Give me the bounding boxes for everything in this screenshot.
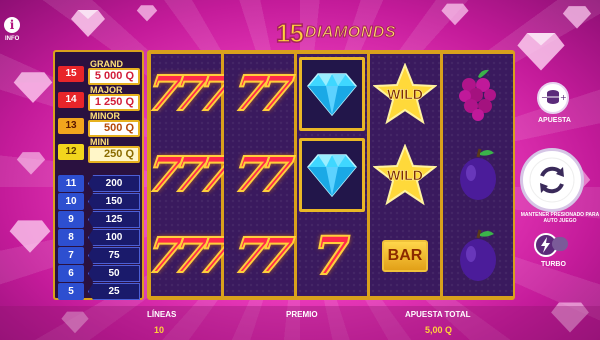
background-diamond-icon — [71, 10, 105, 37]
info-icon: i — [9, 18, 15, 32]
reel-1: 777 777 777 — [143, 54, 229, 296]
paytable-lines: 5 — [58, 283, 84, 300]
jackpot-value: 5 000 Q — [88, 68, 140, 85]
payout-value: 125 — [88, 211, 140, 228]
diamond-icon — [307, 154, 357, 198]
paytable-lines: 11 — [58, 175, 84, 192]
triple-seven-icon: 777 — [143, 227, 229, 285]
bar-symbol: BAR — [382, 240, 428, 272]
turbo-toggle[interactable] — [552, 237, 568, 251]
diamond-frame — [299, 138, 365, 212]
paytable-lines: 10 — [58, 193, 84, 210]
autoplay-hint: MANTENER PRESIONADO PARA AUTO JUEGO — [520, 212, 600, 224]
paytable-lines: 13 — [58, 118, 84, 134]
payout-value: 150 — [88, 193, 140, 210]
paytable-lines: 14 — [58, 92, 84, 108]
reel-cell — [443, 135, 513, 215]
reel-cell — [443, 54, 513, 134]
reel-cell — [297, 135, 367, 215]
reel-cell — [443, 216, 513, 296]
paytable-lines: 7 — [58, 247, 84, 264]
reel-cell: 77 — [224, 54, 294, 134]
double-seven-icon: 77 — [229, 227, 290, 285]
background-diamond-icon — [136, 5, 158, 22]
background-diamond-icon — [441, 3, 469, 26]
paytable-lines: 6 — [58, 265, 84, 282]
info-button[interactable]: i — [4, 17, 20, 33]
payout-value: 25 — [88, 283, 140, 300]
total-bet-value: 5,00 Q — [425, 325, 453, 335]
jackpot-value: 1 250 Q — [88, 94, 140, 111]
paytable-lines: 12 — [58, 144, 84, 160]
diamond-frame — [299, 57, 365, 131]
double-seven-icon: 77 — [229, 146, 290, 204]
triple-seven-icon: 777 — [143, 65, 229, 123]
reel-cell: 777 — [143, 54, 229, 134]
payout-value: 50 — [88, 265, 140, 282]
seven-icon: 7 — [313, 225, 351, 288]
bet-button[interactable]: − + — [537, 82, 569, 114]
background-diamond-icon — [517, 32, 565, 71]
background-diamond-icon — [13, 72, 53, 103]
reel-cell: WILD — [370, 135, 440, 215]
autoplay-spin-button[interactable] — [520, 148, 584, 212]
reel-cell: 7 — [297, 216, 367, 296]
lines-value: 10 — [154, 325, 165, 335]
reel-cell: BAR — [370, 216, 440, 296]
turbo-label: TURBO — [541, 261, 566, 268]
reel-cell: 777 — [143, 216, 229, 296]
game-logo: 15 DIAMONDS — [268, 17, 404, 49]
plum-icon — [460, 148, 496, 200]
payout-value: 200 — [88, 175, 140, 192]
reel-4: WILD WILD BAR — [370, 54, 440, 296]
payout-value: 75 — [88, 247, 140, 264]
jackpot-value: 500 Q — [88, 120, 140, 137]
payout-value: 100 — [88, 229, 140, 246]
triple-seven-icon: 777 — [143, 146, 229, 204]
reel-cell: 77 — [224, 135, 294, 215]
reel-cell: WILD — [370, 54, 440, 134]
reel-2: 77 77 77 — [224, 54, 294, 296]
reels-area: 777 777 777 77 77 77 7 WILD WILD BAR — [143, 50, 515, 300]
background-diamond-icon — [562, 6, 592, 29]
background-diamond-icon — [16, 152, 46, 175]
total-bet-label: APUESTA TOTAL — [405, 310, 471, 319]
background-diamond-icon — [9, 220, 51, 253]
reel-cell — [297, 54, 367, 134]
logo-word: DIAMONDS — [304, 24, 397, 42]
svg-text:−: − — [541, 93, 548, 102]
prize-label: PREMIO — [286, 310, 318, 319]
paytable-lines: 15 — [58, 66, 84, 82]
grapes-icon — [459, 69, 496, 121]
coin-stack-icon: − + — [541, 90, 567, 104]
plum-icon — [460, 229, 496, 281]
paytable-lines: 9 — [58, 211, 84, 228]
info-label: INFO — [5, 36, 20, 42]
reel-3: 7 — [297, 54, 367, 296]
svg-text:+: + — [560, 93, 567, 102]
diamond-icon — [307, 73, 357, 117]
wild-label: WILD — [387, 86, 423, 103]
bet-label: APUESTA — [538, 117, 571, 124]
jackpot-value: 250 Q — [88, 146, 140, 163]
lines-label: LÍNEAS — [147, 310, 177, 319]
double-seven-icon: 77 — [229, 65, 290, 123]
reel-cell: 777 — [143, 135, 229, 215]
refresh-icon — [529, 157, 575, 203]
reel-5 — [443, 54, 513, 296]
wild-label: WILD — [387, 167, 423, 184]
paytable: 15 GRAND 5 000 Q 14 MAJOR 1 250 Q 13 MIN… — [53, 50, 144, 300]
logo-number: 15 — [275, 17, 304, 49]
paytable-lines: 8 — [58, 229, 84, 246]
reel-cell: 77 — [224, 216, 294, 296]
